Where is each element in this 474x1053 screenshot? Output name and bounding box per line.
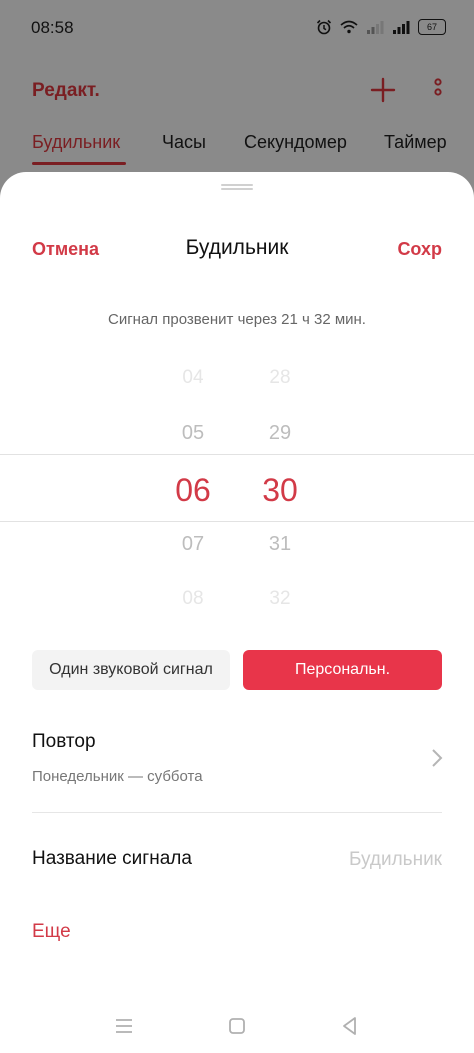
menu-icon[interactable] [112, 1014, 136, 1038]
more-button[interactable]: Еще [32, 921, 71, 943]
hour-option[interactable]: 05 [163, 422, 223, 445]
selected-minute[interactable]: 30 [250, 472, 310, 509]
tab-timer[interactable]: Таймер [384, 132, 447, 153]
chevron-right-icon [432, 749, 443, 767]
battery-indicator: 67 [418, 19, 446, 35]
home-icon[interactable] [225, 1014, 249, 1038]
save-button[interactable]: Сохр [397, 239, 442, 260]
repeat-value: Понедельник — суббота [32, 768, 203, 785]
more-options-icon[interactable] [431, 78, 445, 102]
navigation-bar [0, 1006, 474, 1046]
picker-bottom-line [0, 521, 474, 522]
tab-active-indicator [32, 162, 126, 165]
edit-button[interactable]: Редакт. [32, 80, 100, 102]
signal-icon [367, 21, 384, 34]
picker-top-line [0, 454, 474, 455]
tab-alarm[interactable]: Будильник [32, 132, 120, 153]
single-sound-button[interactable]: Один звуковой сигнал [32, 650, 230, 690]
ring-countdown-text: Сигнал прозвенит через 21 ч 32 мин. [108, 311, 366, 328]
drag-handle[interactable] [221, 184, 253, 190]
alarm-icon [316, 19, 332, 35]
status-time: 08:58 [31, 18, 74, 37]
selected-hour[interactable]: 06 [163, 472, 223, 509]
hour-option[interactable]: 04 [163, 367, 223, 389]
tab-bar: Будильник Часы Секундомер Таймер [0, 132, 474, 166]
wifi-icon [340, 20, 358, 34]
minute-option[interactable]: 29 [250, 422, 310, 445]
hour-option[interactable]: 07 [163, 533, 223, 556]
back-icon[interactable] [338, 1014, 362, 1038]
add-icon[interactable] [369, 76, 397, 104]
status-bar: 08:58 67 [0, 0, 474, 58]
status-icons: 67 [316, 19, 446, 35]
divider [32, 812, 442, 813]
signal-icon-2 [393, 21, 410, 34]
personal-sound-button[interactable]: Персональн. [243, 650, 442, 690]
tab-clock[interactable]: Часы [162, 132, 206, 153]
tab-stopwatch[interactable]: Секундомер [244, 132, 347, 153]
repeat-title: Повтор [32, 731, 96, 752]
minute-option[interactable]: 32 [250, 588, 310, 610]
minute-option[interactable]: 28 [250, 367, 310, 389]
hour-option[interactable]: 08 [163, 588, 223, 610]
minute-option[interactable]: 31 [250, 533, 310, 556]
alarm-name-value[interactable]: Будильник [349, 849, 442, 871]
alarm-name-label: Название сигнала [32, 848, 192, 869]
alarm-editor-sheet: Отмена Будильник Сохр Сигнал прозвенит ч… [0, 172, 474, 1053]
